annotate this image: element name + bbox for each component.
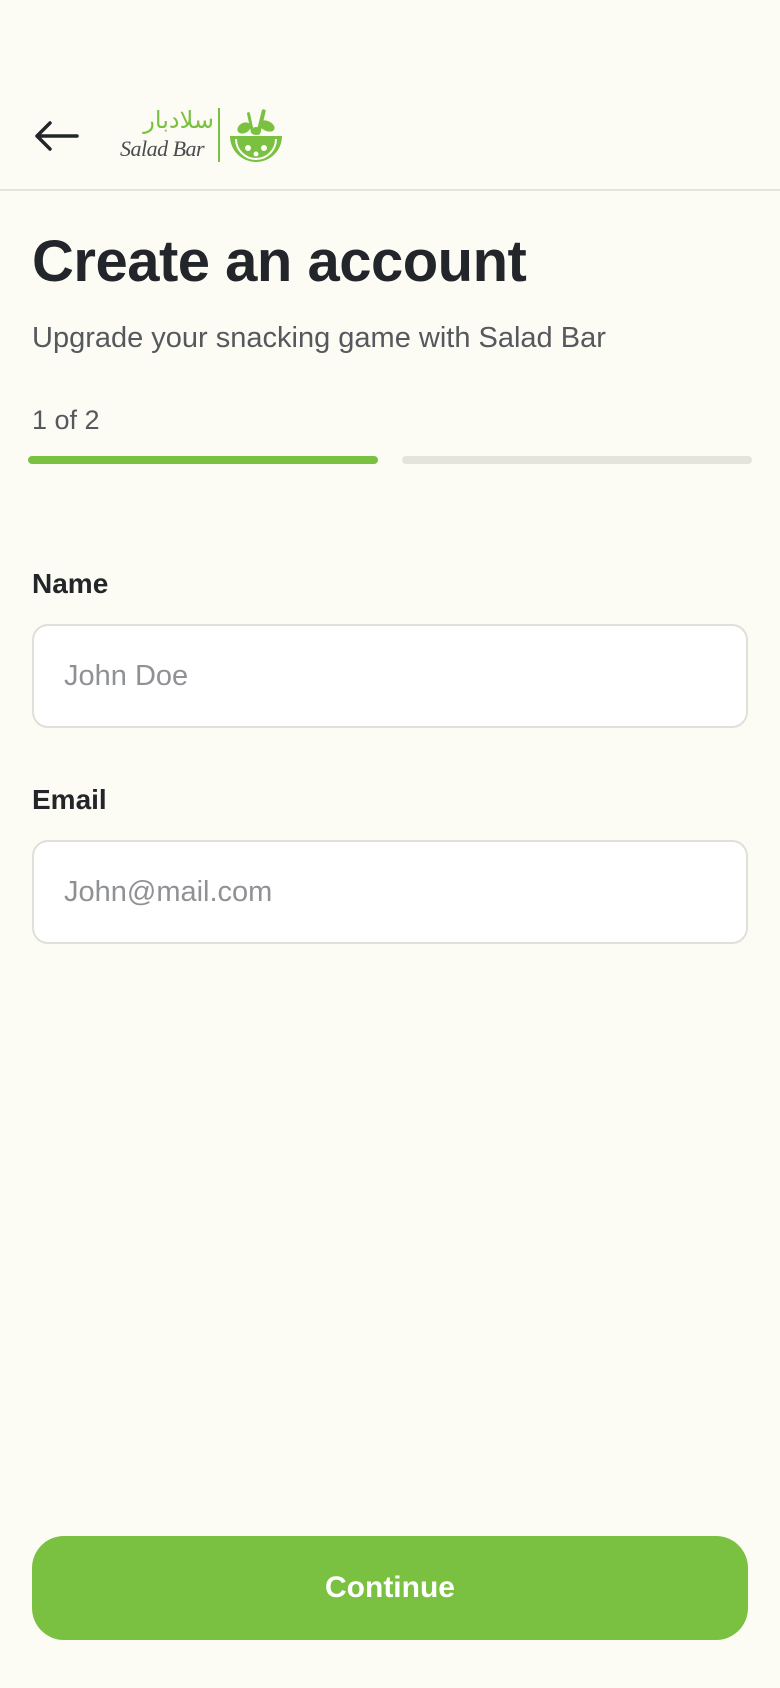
name-label: Name: [32, 568, 109, 599]
step-indicator: 1 of 2: [32, 405, 100, 435]
continue-button[interactable]: Continue: [32, 1536, 748, 1640]
logo-arabic-text: سلادبار: [143, 106, 214, 134]
back-button[interactable]: [28, 108, 84, 164]
salad-bar-logo: سلادبار Salad Bar: [118, 104, 288, 166]
salad-bowl-icon: [230, 109, 282, 162]
logo-wordmark: سلادبار Salad Bar: [118, 104, 218, 166]
page-title: Create an account: [32, 229, 527, 294]
name-input[interactable]: [32, 624, 748, 728]
logo-latin-text: Salad Bar: [120, 136, 205, 161]
progress-step-1-complete: [28, 456, 378, 464]
header: سلادبار Salad Bar: [0, 0, 780, 191]
arrow-left-icon: [35, 121, 79, 151]
page-subtitle: Upgrade your snacking game with Salad Ba…: [32, 322, 606, 354]
email-input[interactable]: [32, 840, 748, 944]
signup-screen: سلادبار Salad Bar Create an account Upgr…: [0, 0, 780, 1688]
email-label: Email: [32, 784, 107, 815]
progress-step-2-pending: [402, 456, 752, 464]
logo-divider: [218, 108, 220, 162]
